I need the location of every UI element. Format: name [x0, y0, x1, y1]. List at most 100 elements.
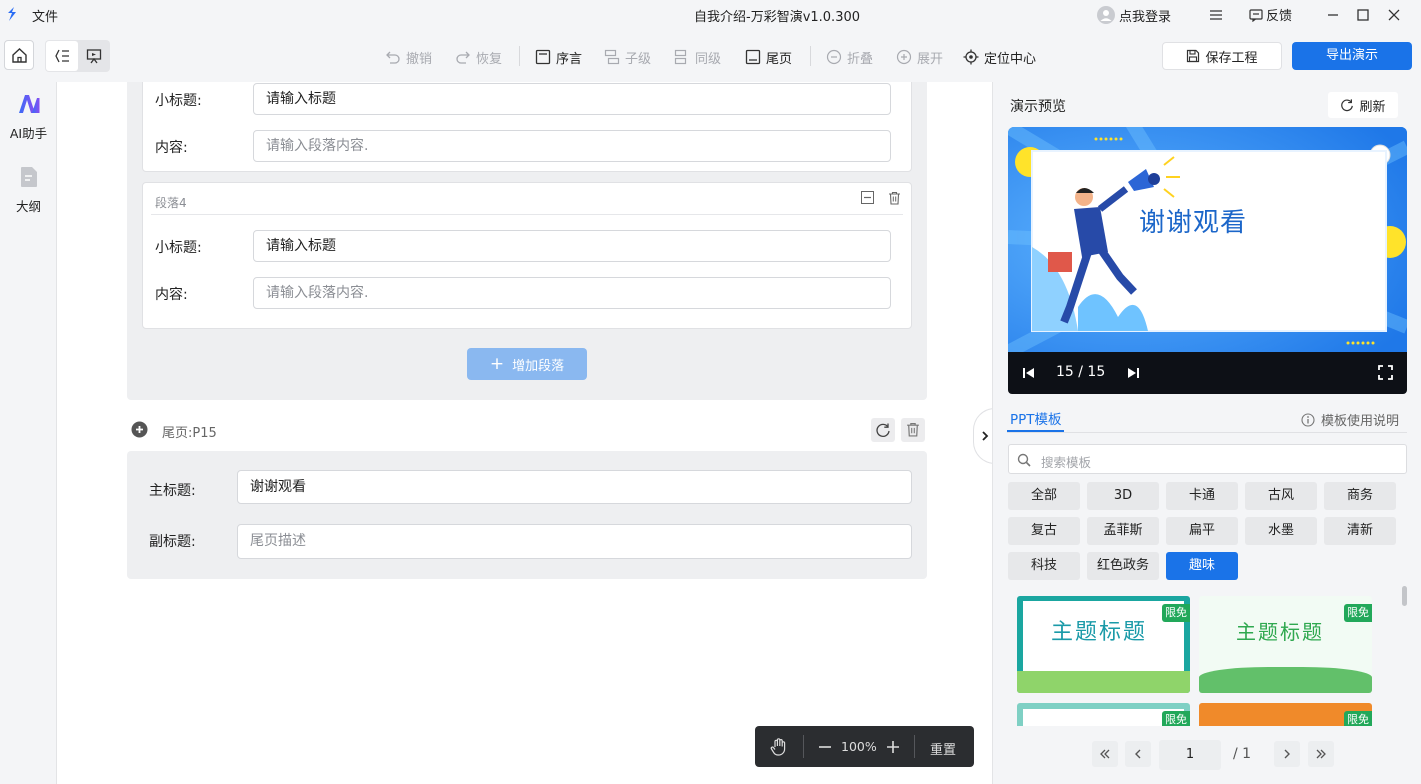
- home-button[interactable]: [4, 40, 34, 70]
- maximize-icon[interactable]: [1356, 8, 1370, 22]
- slide-title: 谢谢观看: [1139, 208, 1248, 238]
- login-label: 点我登录: [1119, 9, 1172, 25]
- content-input[interactable]: 请输入段落内容.: [253, 277, 891, 309]
- subtitle-input[interactable]: 请输入标题: [253, 230, 891, 262]
- tab-ppt-templates[interactable]: PPT模板: [1010, 408, 1062, 428]
- category-chip[interactable]: 卡通: [1166, 482, 1238, 510]
- menu-icon[interactable]: [1209, 8, 1223, 22]
- category-chip[interactable]: 清新: [1324, 517, 1396, 545]
- next-slide-icon[interactable]: [1126, 366, 1140, 380]
- home-icon: [12, 48, 27, 63]
- replace-page-button[interactable]: [871, 418, 895, 442]
- outline-button[interactable]: 大纲: [0, 166, 57, 215]
- main-toolbar: 撤销 恢复 序言 子级 同级 尾页 折叠 展开 定位中心 保存工程 导出演示: [0, 30, 1421, 82]
- template-help-link[interactable]: 模板使用说明: [1301, 410, 1399, 429]
- subtitle-input[interactable]: 请输入标题: [253, 83, 891, 115]
- refresh-preview-button[interactable]: 刷新: [1328, 92, 1398, 118]
- delete-page-button[interactable]: [901, 418, 925, 442]
- first-page-button[interactable]: [1092, 741, 1118, 767]
- category-chip[interactable]: 商务: [1324, 482, 1396, 510]
- feedback-button[interactable]: 反馈: [1249, 5, 1292, 24]
- export-button[interactable]: 导出演示: [1292, 42, 1412, 70]
- last-page-button[interactable]: [1308, 741, 1334, 767]
- toolbar-divider: [810, 46, 811, 66]
- category-chip[interactable]: 孟菲斯: [1087, 517, 1159, 545]
- ai-assistant-button[interactable]: AI助手: [0, 94, 57, 142]
- main-title-input[interactable]: 谢谢观看: [237, 470, 912, 504]
- template-thumbnail[interactable]: 限免: [1017, 703, 1190, 726]
- add-page-icon[interactable]: [131, 421, 148, 438]
- login-button[interactable]: 点我登录: [1097, 4, 1171, 26]
- search-icon: [1017, 453, 1031, 467]
- content-label: 内容:: [155, 140, 188, 156]
- zoom-in-icon[interactable]: [886, 740, 900, 754]
- zoom-reset-button[interactable]: 重置: [930, 739, 956, 758]
- zoom-out-icon[interactable]: [818, 740, 832, 754]
- ai-icon: [18, 95, 39, 113]
- category-chip[interactable]: 全部: [1008, 482, 1080, 510]
- content-input[interactable]: 请输入段落内容.: [253, 130, 891, 162]
- feedback-label: 反馈: [1266, 9, 1293, 24]
- ending-page-section: 主标题: 谢谢观看 副标题: 尾页描述: [127, 451, 927, 579]
- category-chip[interactable]: 红色政务: [1087, 552, 1159, 580]
- category-chip-active[interactable]: 趣味: [1166, 552, 1238, 580]
- info-icon: [1301, 412, 1315, 427]
- category-chip[interactable]: 扁平: [1166, 517, 1238, 545]
- collapse-paragraph-icon[interactable]: [861, 191, 874, 204]
- template-thumbnail[interactable]: 主题标题 限免: [1199, 596, 1372, 693]
- sibling-button[interactable]: 同级: [674, 46, 721, 68]
- redo-button[interactable]: 恢复: [455, 46, 502, 68]
- page-number-input[interactable]: 1: [1159, 740, 1221, 770]
- undo-label: 撤销: [406, 51, 433, 67]
- thumb-grass: [1017, 671, 1190, 693]
- prev-page-button[interactable]: [1125, 741, 1151, 767]
- previous-slide-icon[interactable]: [1022, 366, 1036, 380]
- add-paragraph-button[interactable]: + 增加段落: [467, 348, 587, 380]
- refresh-icon: [1341, 99, 1354, 112]
- next-page-button[interactable]: [1274, 741, 1300, 767]
- template-thumbnail[interactable]: 主题标题 限免: [1017, 596, 1190, 693]
- trash-icon: [907, 423, 919, 437]
- preface-button[interactable]: 序言: [535, 46, 582, 68]
- category-chip[interactable]: 复古: [1008, 517, 1080, 545]
- free-badge: 限免: [1344, 711, 1372, 726]
- outline-label: 大纲: [15, 199, 41, 214]
- sibling-label: 同级: [695, 51, 722, 67]
- expand-button[interactable]: 展开: [896, 46, 943, 68]
- delete-paragraph-icon[interactable]: [888, 191, 901, 205]
- presentation-icon: [86, 49, 102, 64]
- category-chip[interactable]: 水墨: [1245, 517, 1317, 545]
- collapse-button[interactable]: 折叠: [826, 46, 873, 68]
- template-thumbnail[interactable]: 限免: [1199, 703, 1372, 726]
- sub-title-input[interactable]: 尾页描述: [237, 524, 912, 559]
- save-project-button[interactable]: 保存工程: [1162, 42, 1282, 70]
- category-chip[interactable]: 古风: [1245, 482, 1317, 510]
- locate-center-button[interactable]: 定位中心: [963, 46, 1036, 68]
- panel-toggle-handle[interactable]: [973, 408, 992, 464]
- zoom-divider: [803, 735, 804, 758]
- presentation-view-button[interactable]: [79, 41, 109, 71]
- child-button[interactable]: 子级: [604, 46, 651, 68]
- redo-label: 恢复: [476, 51, 503, 67]
- locate-center-label: 定位中心: [984, 51, 1037, 67]
- file-menu[interactable]: 文件: [32, 6, 58, 25]
- child-level-icon: [604, 49, 620, 65]
- hand-icon[interactable]: [769, 737, 789, 757]
- zoom-bar: 100% 重置: [755, 726, 974, 767]
- category-chip[interactable]: 科技: [1008, 552, 1080, 580]
- outline-view-button[interactable]: [46, 41, 78, 71]
- category-chip[interactable]: 3D: [1087, 482, 1159, 510]
- tree-icon: [55, 49, 69, 63]
- main-title-label: 主标题:: [149, 483, 196, 499]
- fullscreen-icon[interactable]: [1378, 365, 1393, 380]
- minimize-icon[interactable]: [1326, 8, 1340, 22]
- refresh-label: 刷新: [1359, 99, 1386, 115]
- template-search-box[interactable]: 搜索模板: [1008, 444, 1407, 474]
- ending-button[interactable]: 尾页: [745, 46, 792, 68]
- chevron-right-icon: [1284, 749, 1290, 759]
- app-logo-icon: [8, 7, 16, 21]
- target-icon: [963, 49, 979, 65]
- template-scrollbar[interactable]: [1402, 586, 1407, 606]
- undo-button[interactable]: 撤销: [385, 46, 432, 68]
- close-icon[interactable]: [1387, 8, 1401, 22]
